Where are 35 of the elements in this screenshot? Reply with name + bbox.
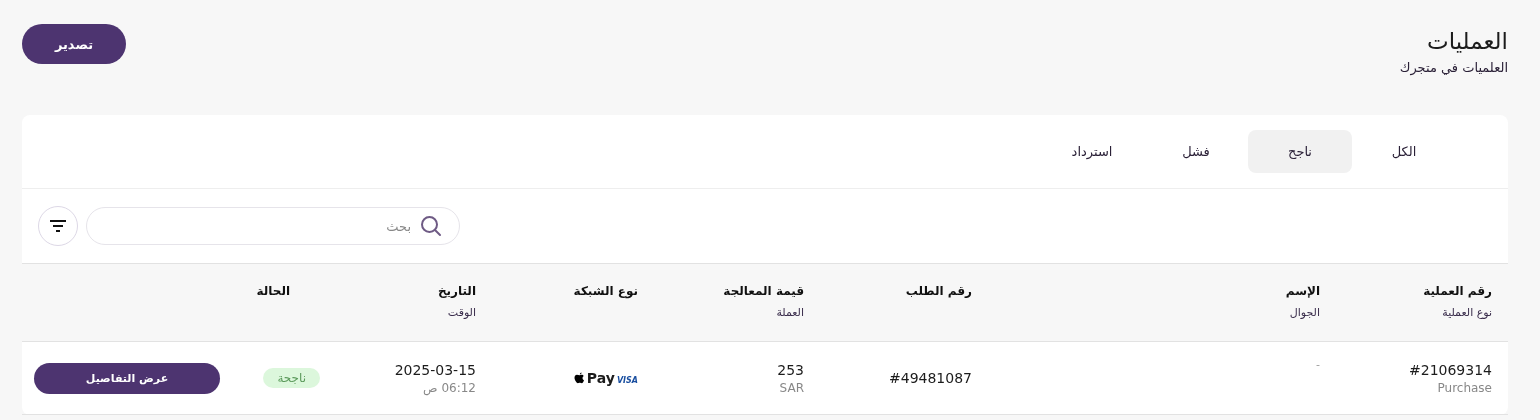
search-icon: [420, 215, 442, 237]
transaction-date: 2025-03-15: [394, 361, 476, 378]
status-badge: ناجحة: [263, 368, 320, 388]
page-title: العمليات: [1426, 27, 1508, 56]
column-subtitle: الجوال: [1289, 306, 1320, 319]
filter-tab[interactable]: ناجح: [1248, 130, 1352, 173]
filter-tab[interactable]: فشل: [1144, 130, 1248, 173]
wallet-label: Pay: [586, 371, 615, 385]
column-subtitle: نوع العملية: [1442, 306, 1492, 319]
column-title: رقم الطلب: [905, 284, 972, 298]
page-subtitle: العلميات في متجرك: [1399, 60, 1508, 75]
export-button[interactable]: تصدير: [22, 24, 126, 64]
order-id: #49481087: [889, 370, 972, 386]
column-title: الحالة: [256, 284, 290, 298]
transaction-id: #21069314: [1409, 361, 1492, 378]
filter-icon: [49, 219, 67, 233]
column-title: التاريخ: [437, 284, 476, 298]
filter-button[interactable]: [38, 206, 78, 246]
transaction-time: 06:12 ص: [423, 380, 476, 395]
filter-tab[interactable]: استرداد: [1040, 130, 1144, 173]
card-brand-label: VISA: [616, 376, 638, 385]
column-title: الإسم: [1285, 284, 1320, 298]
column-title: رقم العملية: [1423, 284, 1492, 298]
currency: SAR: [779, 380, 804, 395]
customer-name: -: [1316, 358, 1320, 371]
column-subtitle: العملة: [776, 306, 804, 319]
apple-icon: [573, 372, 585, 385]
column-title: قيمة المعالجة: [723, 284, 804, 298]
column-title: نوع الشبكة: [573, 284, 638, 298]
view-details-button[interactable]: عرض التفاصيل: [34, 362, 220, 394]
transaction-type: Purchase: [1437, 380, 1492, 395]
amount: 253: [777, 361, 804, 378]
column-subtitle: الوقت: [447, 306, 476, 319]
filter-tab[interactable]: الكل: [1352, 130, 1456, 173]
search-field[interactable]: بحث: [86, 207, 460, 245]
